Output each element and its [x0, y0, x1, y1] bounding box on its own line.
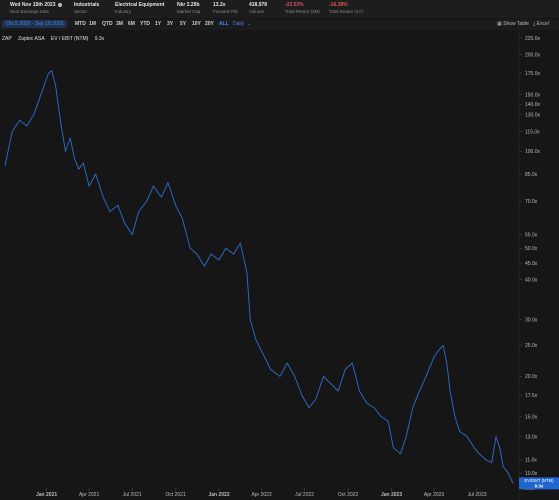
- y-tick-label: 10.0x: [525, 471, 538, 477]
- x-tick-label: Oct 2022: [338, 492, 359, 498]
- x-tick-label: Oct 2021: [165, 492, 186, 498]
- y-tick-label: 150.0x: [525, 92, 541, 98]
- y-tick-label: 130.0x: [525, 112, 541, 118]
- y-tick-label: 13.0x: [525, 434, 538, 440]
- x-tick-label: Apr 2023: [424, 492, 445, 498]
- y-tick-label: 50.0x: [525, 246, 538, 252]
- y-tick-label: 15.0x: [525, 414, 538, 420]
- y-tick-label: 30.0x: [525, 317, 538, 323]
- y-tick-label: 45.0x: [525, 261, 538, 267]
- y-tick-label: 20.0x: [525, 374, 538, 380]
- x-tick-label: Jan 2023: [381, 492, 402, 498]
- x-tick-label: Apr 2022: [251, 492, 272, 498]
- x-tick-label: Jan 2022: [208, 492, 229, 498]
- y-tick-label: 55.0x: [525, 233, 538, 239]
- last-value-number: 9.3x: [535, 483, 544, 488]
- y-tick-label: 200.0x: [525, 52, 541, 58]
- series-line: [4, 70, 514, 484]
- y-tick-label: 140.0x: [525, 102, 541, 108]
- y-tick-label: 115.0x: [525, 130, 540, 136]
- x-tick-label: Apr 2021: [79, 492, 100, 498]
- y-tick-label: 85.0x: [525, 172, 538, 178]
- x-tick-label: Jul 2023: [468, 492, 487, 498]
- x-tick-label: Jul 2022: [295, 492, 314, 498]
- x-tick-label: Jan 2021: [36, 492, 57, 498]
- y-tick-label: 225.0x: [525, 36, 541, 42]
- ev-ebit-line-chart[interactable]: 225.0x 200.0x 175.0x 150.0x 140.0x 130.0x 115.…: [0, 0, 559, 500]
- y-tick-label: 175.0x: [525, 71, 541, 77]
- y-tick-label: 11.0x: [525, 458, 537, 464]
- y-tick-label: 17.5x: [525, 393, 538, 399]
- x-tick-label: Jul 2021: [123, 492, 142, 498]
- y-tick-label: 40.0x: [525, 277, 538, 283]
- y-tick-label: 70.0x: [525, 199, 538, 205]
- y-tick-label: 25.0x: [525, 343, 538, 349]
- y-tick-label: 100.0x: [525, 149, 541, 155]
